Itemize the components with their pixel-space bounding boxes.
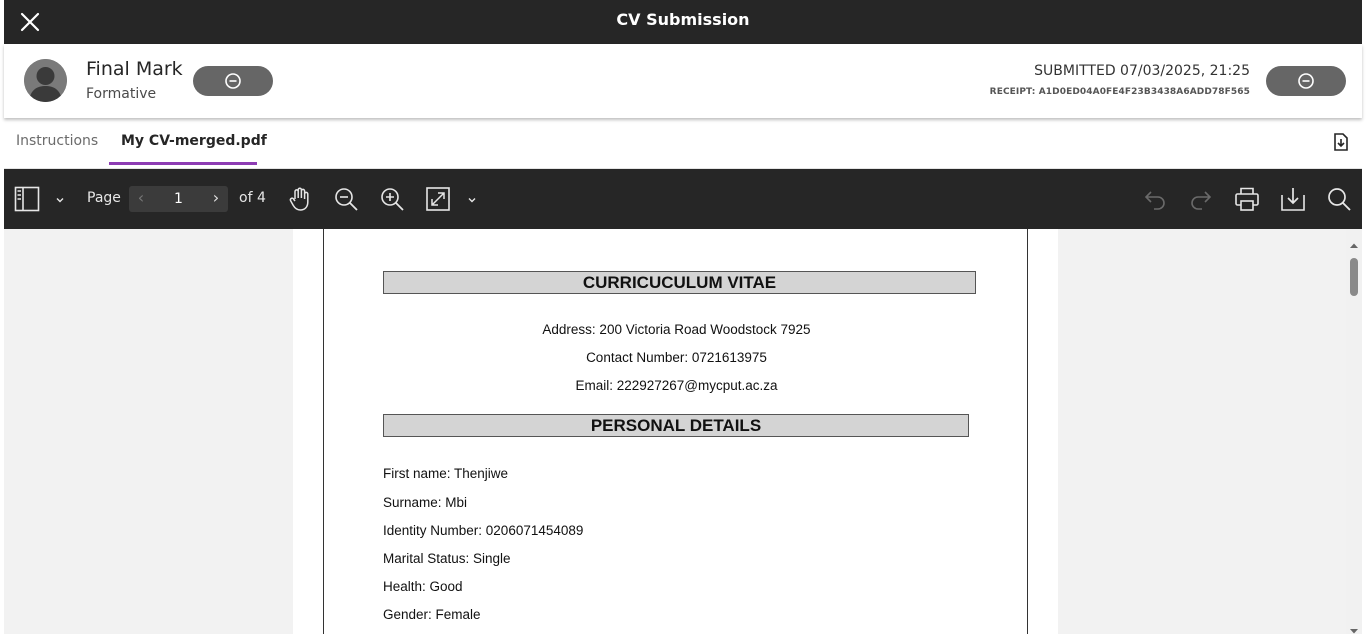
scroll-down-icon[interactable] <box>1349 620 1359 634</box>
chevron-down-icon[interactable] <box>466 191 478 210</box>
grade-title: Final Mark <box>86 58 183 80</box>
undo-icon[interactable] <box>1142 186 1168 216</box>
download-icon[interactable] <box>1280 186 1306 216</box>
submission-toggle-button[interactable] <box>1266 66 1346 96</box>
hand-pan-icon[interactable] <box>287 186 313 216</box>
total-pages: of 4 <box>239 190 266 206</box>
detail-line: Identity Number: 0206071454089 <box>383 523 584 538</box>
sidebar-toggle-icon[interactable] <box>14 186 40 216</box>
detail-line: First name: Thenjiwe <box>383 466 509 481</box>
zoom-out-icon[interactable] <box>333 186 359 216</box>
scrollbar-thumb[interactable] <box>1350 258 1358 296</box>
detail-line: Health: Good <box>383 579 463 594</box>
page-number-input[interactable]: 1 <box>155 186 202 212</box>
cv-heading: CURRICUCULUM VITAE <box>383 271 976 294</box>
page-label: Page <box>87 190 121 206</box>
chevron-down-icon[interactable] <box>54 191 66 210</box>
pdf-toolbar: Page ‹ 1 › of 4 <box>4 169 1362 229</box>
receipt-id: RECEIPT: A1D0ED04A0FE4F23B3438A6ADD78F56… <box>989 87 1250 97</box>
tab-bar: Instructions My CV-merged.pdf <box>4 118 1362 169</box>
vertical-scrollbar[interactable] <box>1346 229 1362 634</box>
tab-cv-pdf[interactable]: My CV-merged.pdf <box>121 133 267 149</box>
tab-instructions[interactable]: Instructions <box>16 133 98 149</box>
submission-header: Final Mark Formative SUBMITTED 07/03/202… <box>4 44 1362 118</box>
scroll-up-icon[interactable] <box>1349 235 1359 254</box>
active-tab-indicator <box>109 162 257 165</box>
redo-icon[interactable] <box>1188 186 1214 216</box>
detail-line: Marital Status: Single <box>383 551 511 566</box>
next-page-button[interactable]: › <box>204 186 228 212</box>
submitted-date: SUBMITTED 07/03/2025, 21:25 <box>1034 63 1250 79</box>
fit-page-icon[interactable] <box>425 186 451 216</box>
detail-line: Gender: Female <box>383 607 481 622</box>
pdf-viewer: CURRICUCULUM VITAE Address: 200 Victoria… <box>4 229 1346 634</box>
minus-circle-icon <box>1298 73 1314 89</box>
email-line: Email: 222927267@mycput.ac.za <box>575 378 778 393</box>
grade-toggle-button[interactable] <box>193 66 273 96</box>
title-bar: CV Submission <box>4 0 1362 44</box>
prev-page-button[interactable]: ‹ <box>129 186 153 212</box>
minus-circle-icon <box>225 73 241 89</box>
window-title: CV Submission <box>616 10 750 29</box>
avatar <box>24 59 67 102</box>
page-navigator: ‹ 1 › <box>129 186 228 212</box>
contact-line: Contact Number: 0721613975 <box>586 350 767 365</box>
address-line: Address: 200 Victoria Road Woodstock 792… <box>542 322 811 337</box>
print-icon[interactable] <box>1234 186 1260 216</box>
detail-line: Surname: Mbi <box>383 495 468 510</box>
zoom-in-icon[interactable] <box>379 186 405 216</box>
personal-details-heading: PERSONAL DETAILS <box>383 414 969 437</box>
pdf-page: CURRICUCULUM VITAE Address: 200 Victoria… <box>323 229 1028 634</box>
grade-subtitle: Formative <box>86 86 157 102</box>
file-download-icon[interactable] <box>1332 132 1350 156</box>
search-icon[interactable] <box>1326 186 1352 216</box>
